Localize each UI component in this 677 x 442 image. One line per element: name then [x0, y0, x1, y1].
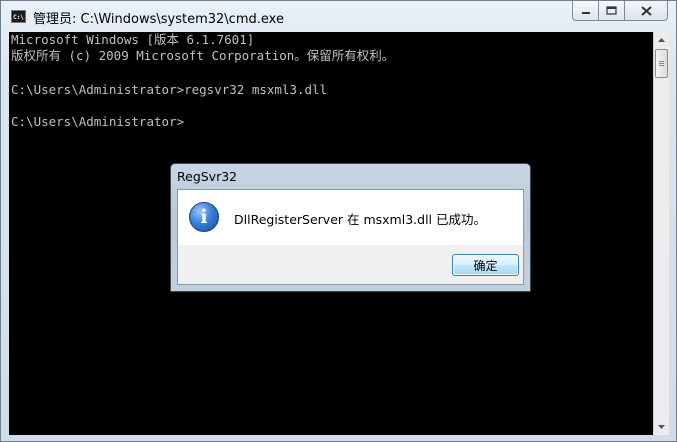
console-line: C:\Users\Administrator>regsvr32 msxml3.d…	[11, 82, 328, 97]
maximize-button[interactable]	[598, 1, 625, 21]
minimize-button[interactable]	[572, 1, 599, 21]
caption-buttons	[572, 1, 668, 21]
console-line: 版权所有 (c) 2009 Microsoft Corporation。保留所有…	[11, 48, 395, 63]
dialog-message: DllRegisterServer 在 msxml3.dll 已成功。	[234, 212, 486, 227]
scrollbar-thumb[interactable]	[655, 49, 668, 78]
close-icon	[640, 5, 652, 16]
scroll-down-button[interactable]	[654, 419, 669, 435]
console-line: Microsoft Windows [版本 6.1.7601]	[11, 32, 255, 47]
info-icon: i	[189, 202, 219, 232]
dialog-message-area: i DllRegisterServer 在 msxml3.dll 已成功。	[178, 190, 523, 245]
cmd-app-icon[interactable]: C:\	[11, 10, 26, 23]
window-title: 管理员: C:\Windows\system32\cmd.exe	[33, 12, 284, 27]
vertical-scrollbar[interactable]	[653, 32, 669, 435]
scroll-up-button[interactable]	[654, 32, 669, 48]
close-button[interactable]	[624, 1, 668, 21]
console-prompt: C:\Users\Administrator>	[11, 114, 185, 129]
dialog-title: RegSvr32	[177, 169, 238, 184]
scroll-up-arrow-icon	[658, 38, 665, 42]
dialog-body: i DllRegisterServer 在 msxml3.dll 已成功。 确定	[177, 189, 524, 285]
regsvr32-dialog: RegSvr32 i DllRegisterServer 在 msxml3.dl…	[170, 163, 531, 292]
ok-button[interactable]: 确定	[452, 254, 519, 276]
title-bar[interactable]: C:\ 管理员: C:\Windows\system32\cmd.exe	[1, 1, 676, 32]
minimize-icon	[581, 11, 590, 14]
maximize-icon	[606, 6, 617, 15]
scroll-down-arrow-icon	[658, 425, 665, 429]
